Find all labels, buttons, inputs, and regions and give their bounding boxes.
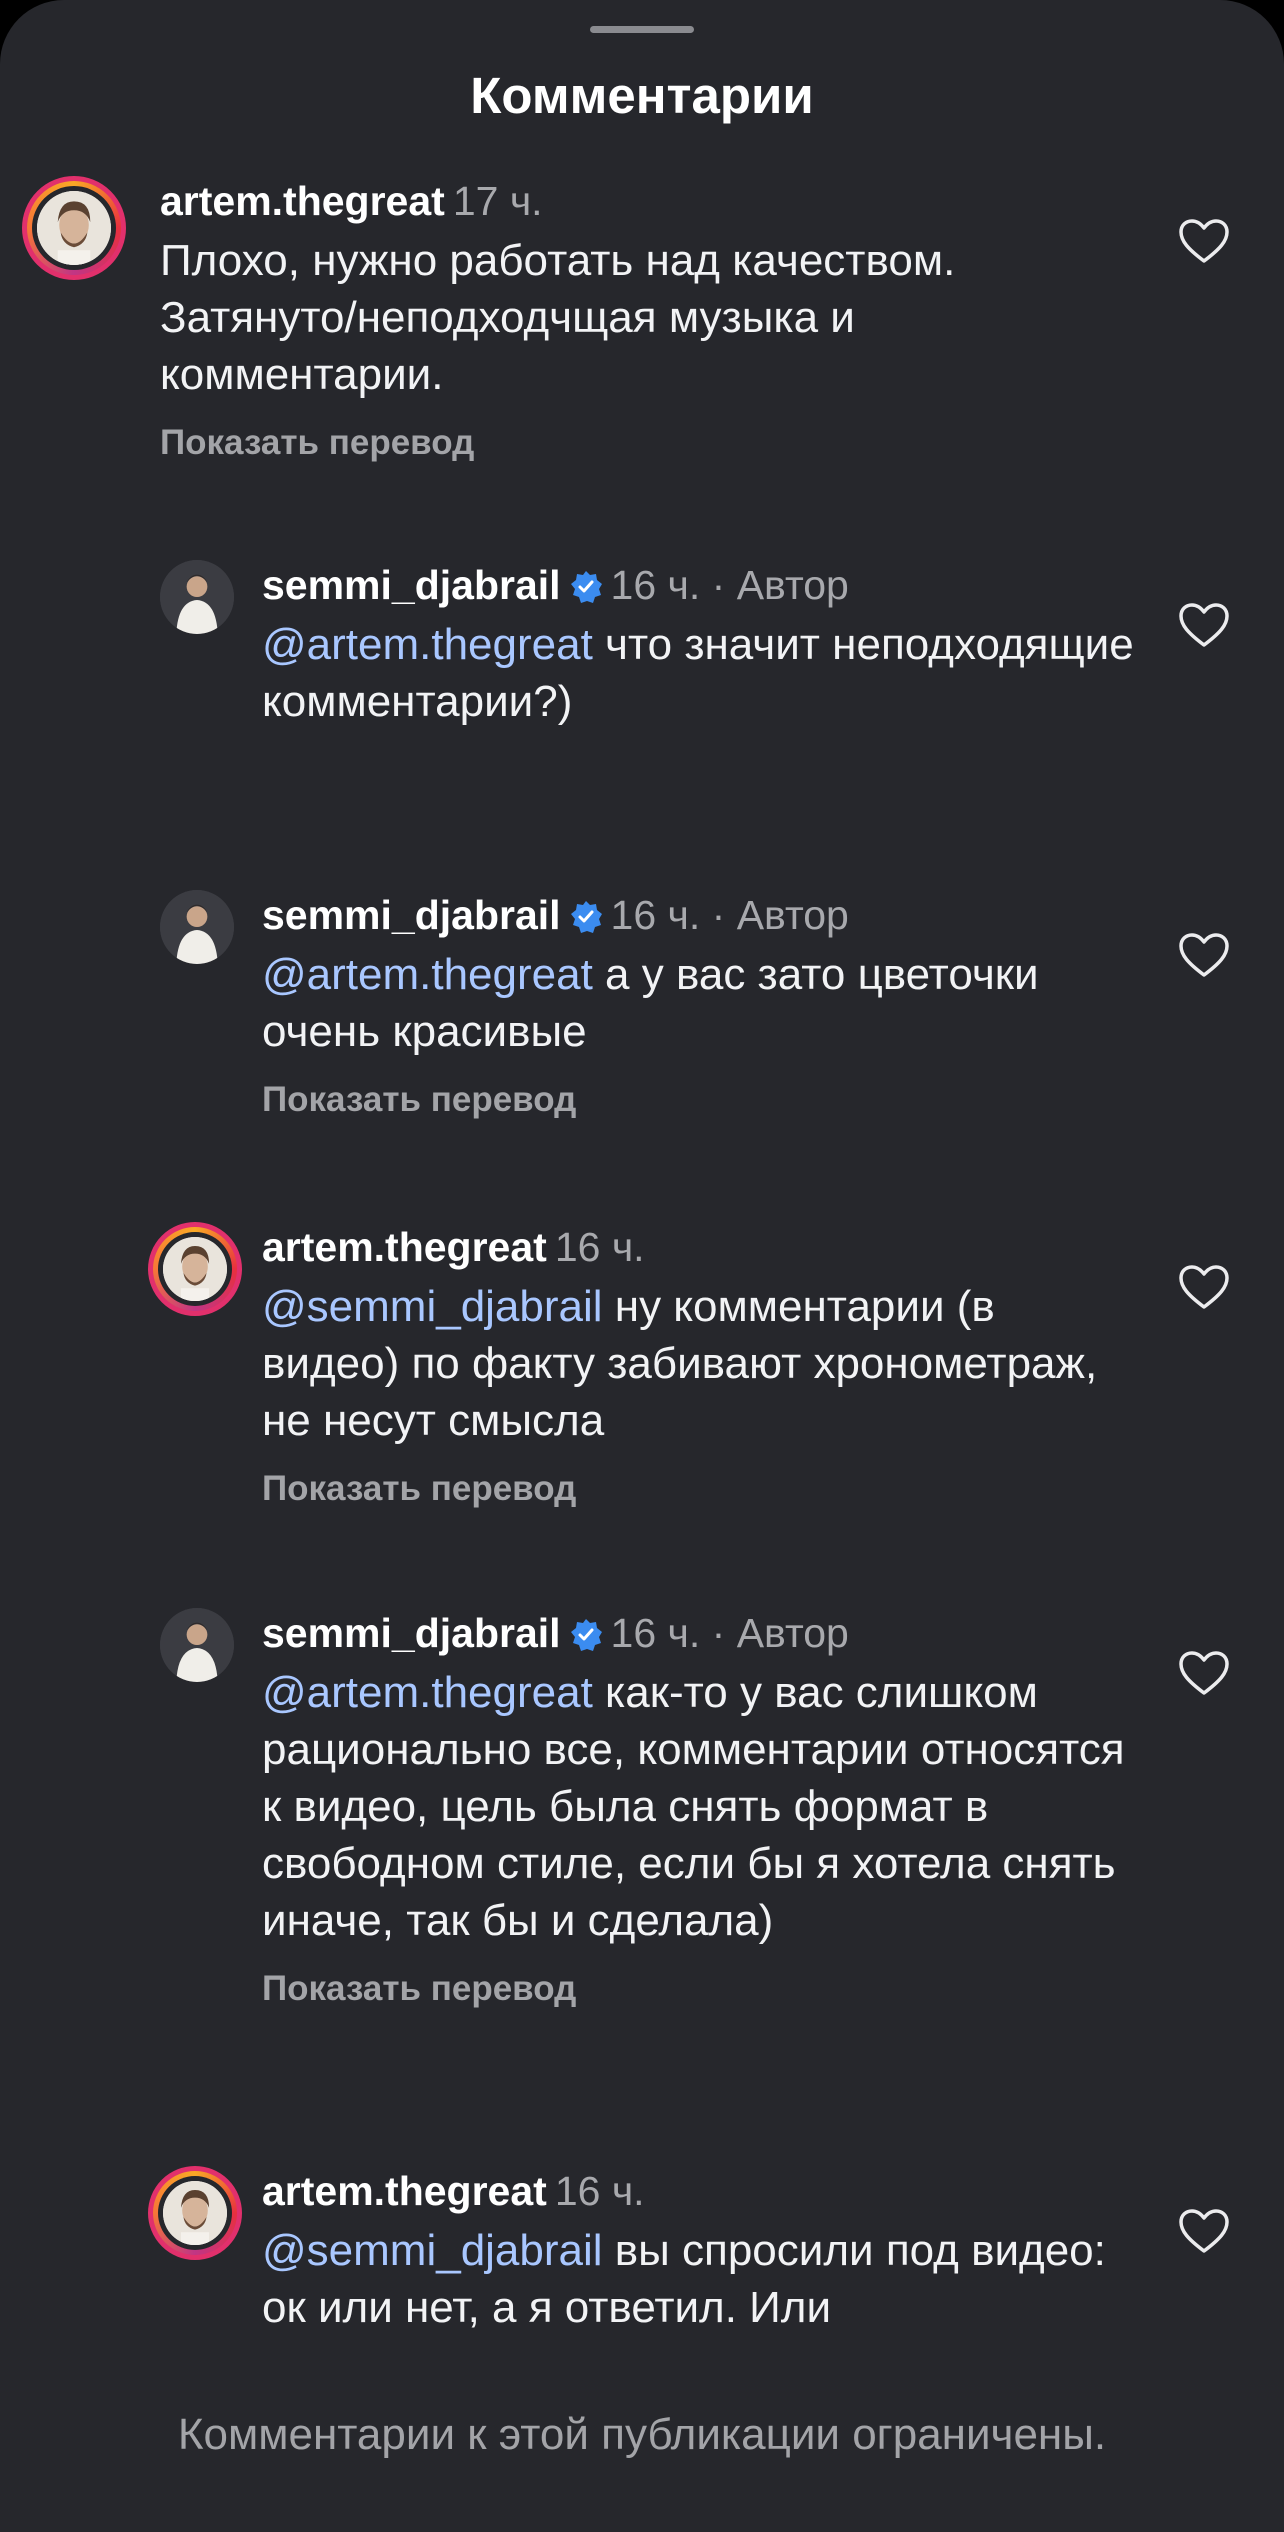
comment-time: 16 ч. [554,2168,645,2214]
avatar[interactable] [160,560,234,634]
comment-time: 17 ч. [452,178,543,224]
comment-body: artem.thegreat 17 ч. Плохо, нужно работат… [160,176,1134,463]
username[interactable]: artem.thegreat [262,2168,547,2214]
comment-body: artem.thegreat 16 ч. @semmi_djabrail вы с… [262,2166,1134,2336]
comment-time: 16 ч. · Автор [610,892,849,938]
heart-outline-icon[interactable] [1178,1650,1230,1696]
verified-badge-icon [569,895,603,933]
comment-body: semmi_djabrail 16 ч. · Автор @artem.thegr… [262,1608,1134,2009]
comment-time: 16 ч. [554,1224,645,1270]
username[interactable]: semmi_djabrail [262,1610,561,1656]
username[interactable]: semmi_djabrail [262,892,561,938]
show-translation-button[interactable]: Показать перевод [262,1969,1134,2009]
username[interactable]: artem.thegreat [262,1224,547,1270]
comments-sheet: Комментарии artem.thegreat 17 ч. Плохо, н… [0,0,1284,2532]
mention-link[interactable]: @semmi_djabrail [262,1282,603,1331]
show-translation-button[interactable]: Показать перевод [160,423,1134,463]
comment-text: @artem.thegreat что значит неподходящие … [262,620,1134,726]
comment-text: @artem.thegreat как-то у вас слишком рац… [262,1668,1125,1945]
heart-outline-icon[interactable] [1178,932,1230,978]
show-translation-button[interactable]: Показать перевод [262,1469,1134,1509]
mention-link[interactable]: @artem.thegreat [262,1668,593,1717]
comment-body: semmi_djabrail 16 ч. · Автор @artem.thegr… [262,890,1134,1120]
mention-link[interactable]: @artem.thegreat [262,950,593,999]
comments-list[interactable]: artem.thegreat 17 ч. Плохо, нужно работат… [0,0,1284,2360]
comment-text: Плохо, нужно работать над качеством. Зат… [160,236,956,399]
comment-text: @semmi_djabrail ну комментарии (в видео)… [262,1282,1098,1445]
comment-body: semmi_djabrail 16 ч. · Автор @artem.thegr… [262,560,1134,730]
heart-outline-icon[interactable] [1178,602,1230,648]
comment-text: @artem.thegreat а у вас зато цветочки оч… [262,950,1039,1056]
verified-badge-icon [569,565,603,603]
avatar[interactable] [148,1222,242,1316]
mention-link[interactable]: @artem.thegreat [262,620,593,669]
comment-body: artem.thegreat 16 ч. @semmi_djabrail ну к… [262,1222,1134,1509]
comment-text: @semmi_djabrail вы спросили под видео: о… [262,2226,1106,2332]
avatar[interactable] [22,176,126,280]
show-translation-button[interactable]: Показать перевод [262,1080,1134,1120]
mention-link[interactable]: @semmi_djabrail [262,2226,603,2275]
verified-badge-icon [569,1613,603,1651]
comments-restricted-notice: Комментарии к этой публикации ограничены… [177,2410,1107,2459]
comment-time: 16 ч. · Автор [610,1610,849,1656]
comment-time: 16 ч. · Автор [610,562,849,608]
heart-outline-icon[interactable] [1178,218,1230,264]
username[interactable]: semmi_djabrail [262,562,561,608]
avatar[interactable] [148,2166,242,2260]
avatar[interactable] [160,890,234,964]
username[interactable]: artem.thegreat [160,178,445,224]
avatar[interactable] [160,1608,234,1682]
heart-outline-icon[interactable] [1178,2208,1230,2254]
heart-outline-icon[interactable] [1178,1264,1230,1310]
